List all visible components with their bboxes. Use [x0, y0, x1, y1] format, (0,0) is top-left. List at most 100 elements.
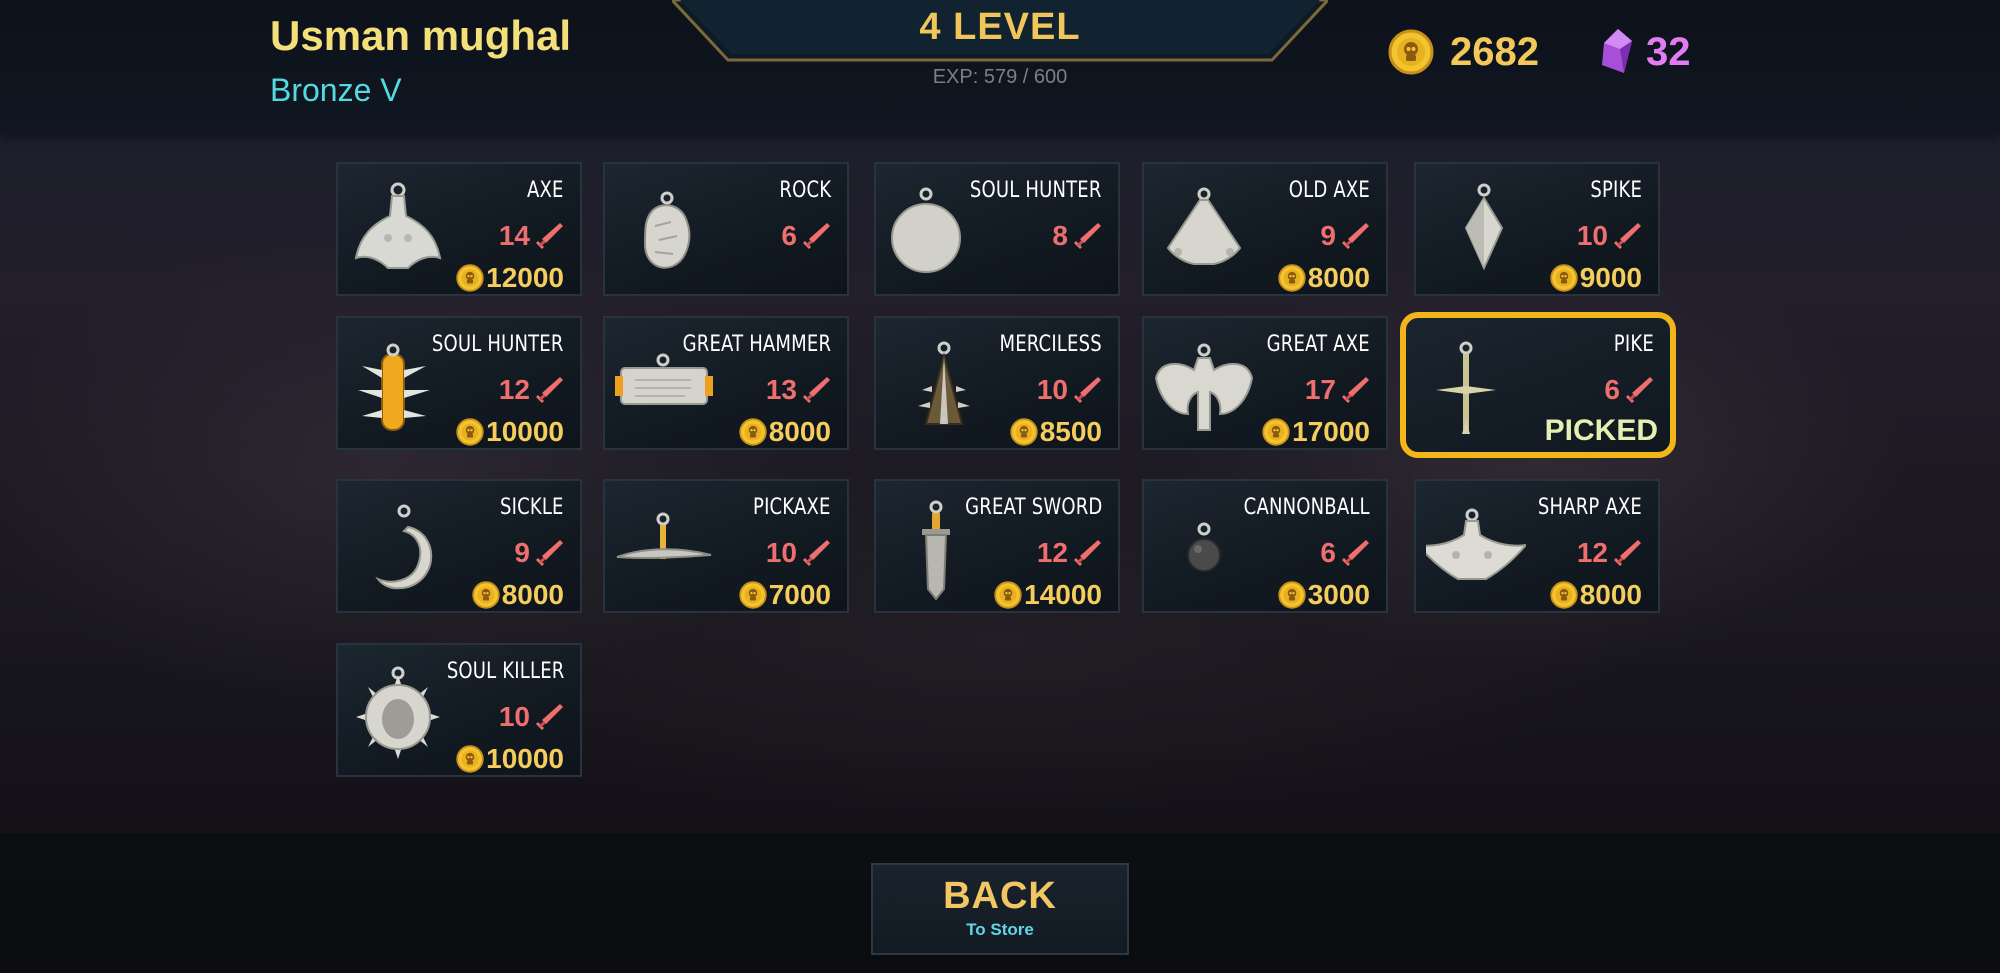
- gold-coin-icon: [1278, 264, 1306, 292]
- weapon-card[interactable]: OLD AXE 9 8000: [1142, 162, 1388, 296]
- price-value: 7000: [768, 579, 831, 610]
- weapon-name: AXE: [527, 178, 564, 203]
- great-axe-icon: [1154, 330, 1254, 440]
- gold-coin-icon: [472, 581, 500, 609]
- weapon-name: GREAT HAMMER: [682, 332, 831, 357]
- weapon-damage: 17: [1305, 374, 1370, 406]
- damage-icon: [1074, 540, 1101, 566]
- spike-icon: [1426, 176, 1526, 286]
- price-value: 8000: [1307, 262, 1370, 293]
- weapon-card[interactable]: CANNONBALL 6 3000: [1142, 479, 1388, 613]
- axe-icon: [348, 176, 448, 286]
- weapon-name: SPIKE: [1590, 178, 1642, 203]
- damage-value: 14: [498, 220, 530, 251]
- price-value: 3000: [1307, 579, 1370, 610]
- weapon-price: 8500: [1010, 416, 1102, 448]
- gold-display: 2682: [1388, 24, 1539, 80]
- weapon-name: SICKLE: [500, 495, 564, 520]
- damage-icon: [536, 223, 563, 249]
- weapon-damage: 6: [781, 220, 831, 252]
- weapon-damage: 12: [1037, 537, 1102, 569]
- weapon-card[interactable]: AXE 14 12000: [336, 162, 582, 296]
- weapon-name: SHARP AXE: [1537, 495, 1642, 520]
- rock-icon: [615, 176, 715, 286]
- price-value: 14000: [1024, 579, 1102, 610]
- gold-coin-icon: [1388, 29, 1434, 75]
- weapon-price: 8000: [1278, 262, 1370, 294]
- damage-value: 9: [514, 537, 530, 568]
- weapon-card[interactable]: PICKAXE 10 7000: [603, 479, 849, 613]
- weapon-card[interactable]: SOUL KILLER 10 10000: [336, 643, 582, 777]
- damage-value: 17: [1304, 374, 1336, 405]
- pickaxe-icon: [615, 493, 715, 603]
- damage-value: 13: [765, 374, 797, 405]
- damage-icon: [536, 377, 563, 403]
- weapon-price: 9000: [1550, 262, 1642, 294]
- weapon-damage: 10: [1037, 374, 1102, 406]
- weapon-card[interactable]: SICKLE 9 8000: [336, 479, 582, 613]
- price-value: 17000: [1292, 416, 1370, 447]
- weapon-card[interactable]: SHARP AXE 12 8000: [1414, 479, 1660, 613]
- weapon-name: GREAT AXE: [1266, 332, 1370, 357]
- price-value: 10000: [486, 416, 564, 447]
- weapon-card[interactable]: GREAT HAMMER 13 8000: [603, 316, 849, 450]
- weapon-damage: 6: [1320, 537, 1370, 569]
- gem-amount: 32: [1646, 29, 1691, 74]
- weapon-card[interactable]: PIKE 6 PICKED: [1400, 312, 1676, 458]
- weapon-damage: 12: [1577, 537, 1642, 569]
- old-axe-icon: [1154, 176, 1254, 286]
- weapon-name: SOUL HUNTER: [432, 332, 564, 357]
- weapon-card[interactable]: SOUL HUNTER 8: [874, 162, 1120, 296]
- price-value: 8000: [768, 416, 831, 447]
- gold-coin-icon: [1550, 264, 1578, 292]
- damage-value: 6: [1604, 374, 1620, 405]
- pike-icon: [1416, 330, 1516, 440]
- damage-value: 6: [1320, 537, 1336, 568]
- back-button[interactable]: BACK To Store: [871, 863, 1129, 955]
- price-value: 8000: [1579, 579, 1642, 610]
- weapon-damage: 10: [1577, 220, 1642, 252]
- damage-icon: [1074, 223, 1101, 249]
- damage-value: 12: [1036, 537, 1068, 568]
- weapon-card[interactable]: ROCK 6: [603, 162, 849, 296]
- damage-value: 10: [765, 537, 797, 568]
- gold-coin-icon: [1010, 418, 1038, 446]
- weapon-name: CANNONBALL: [1243, 495, 1370, 520]
- sickle-icon: [348, 493, 448, 603]
- weapon-card[interactable]: GREAT AXE 17 17000: [1142, 316, 1388, 450]
- gem-icon: [1602, 29, 1632, 73]
- weapon-price: 7000: [739, 579, 831, 611]
- player-rank: Bronze V: [270, 72, 402, 108]
- player-name: Usman mughal: [270, 12, 572, 59]
- weapon-name: PICKAXE: [753, 495, 831, 520]
- damage-value: 9: [1320, 220, 1336, 251]
- weapon-damage: 12: [499, 374, 564, 406]
- damage-value: 10: [1576, 220, 1608, 251]
- weapon-damage: 14: [499, 220, 564, 252]
- weapon-damage: 10: [766, 537, 831, 569]
- weapon-card[interactable]: SOUL HUNTER 12 10000: [336, 316, 582, 450]
- gem-display: 32: [1598, 24, 1691, 80]
- damage-icon: [1074, 377, 1101, 403]
- exp-progress: EXP: 579 / 600: [932, 66, 1068, 88]
- damage-icon: [1342, 223, 1369, 249]
- gold-coin-icon: [1550, 581, 1578, 609]
- gold-coin-icon: [1262, 418, 1290, 446]
- gold-coin-icon: [456, 418, 484, 446]
- weapon-name: SOUL KILLER: [446, 659, 564, 684]
- damage-value: 12: [498, 374, 530, 405]
- weapon-damage: 10: [499, 701, 564, 733]
- weapon-damage: 9: [1320, 220, 1370, 252]
- weapon-price: 8000: [1550, 579, 1642, 611]
- weapon-card[interactable]: MERCILESS 10 8500: [874, 316, 1120, 450]
- spiked-orb-icon: [348, 657, 448, 767]
- weapon-price: 12000: [456, 262, 564, 294]
- weapon-card[interactable]: GREAT SWORD 12 14000: [874, 479, 1120, 613]
- weapon-name: ROCK: [779, 178, 831, 203]
- gold-coin-icon: [456, 745, 484, 773]
- weapon-price: 17000: [1262, 416, 1370, 448]
- damage-value: 12: [1576, 537, 1608, 568]
- damage-icon: [536, 540, 563, 566]
- weapon-card[interactable]: SPIKE 10 9000: [1414, 162, 1660, 296]
- weapon-price: 3000: [1278, 579, 1370, 611]
